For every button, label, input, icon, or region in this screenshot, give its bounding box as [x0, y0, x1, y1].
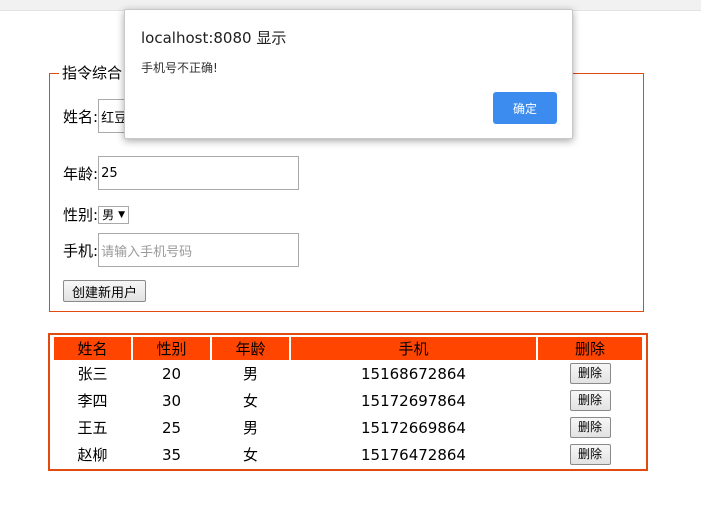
users-table-container: 姓名 性别 年龄 手机 删除 张三 20 男 15168672864 删除 李四… [48, 333, 648, 471]
table-row: 张三 20 男 15168672864 删除 [54, 360, 642, 387]
cell-name: 王五 [77, 419, 108, 437]
cell-name: 李四 [77, 392, 108, 410]
cell-phone: 15172697864 [361, 391, 466, 410]
age-row: 年龄: 25 [63, 156, 300, 190]
gender-select[interactable]: 男 ▼ [98, 205, 129, 224]
cell-col2: 30 [161, 391, 182, 410]
gender-selected-value: 男 [102, 208, 115, 222]
cell-action: 删除 [538, 414, 642, 441]
cell-phone: 15176472864 [361, 445, 466, 464]
phone-row: 手机: 请输入手机号码 [63, 233, 300, 267]
header-name: 姓名 [54, 337, 131, 360]
users-table: 姓名 性别 年龄 手机 删除 张三 20 男 15168672864 删除 李四… [52, 337, 644, 468]
header-phone: 手机 [291, 337, 536, 360]
cell-col3: 男 [242, 419, 258, 437]
cell-name: 赵柳 [77, 446, 108, 464]
cell-phone: 15168672864 [361, 364, 466, 383]
phone-input[interactable]: 请输入手机号码 [98, 233, 300, 267]
dropdown-arrow-icon: ▼ [118, 209, 125, 220]
dialog-ok-button[interactable]: 确定 [493, 92, 557, 124]
delete-button[interactable]: 删除 [569, 444, 611, 465]
cell-col3: 女 [242, 446, 258, 464]
header-gender: 性别 [133, 337, 210, 360]
create-user-button[interactable]: 创建新用户 [63, 280, 146, 302]
cell-col3: 男 [242, 365, 258, 383]
header-age: 年龄 [212, 337, 289, 360]
table-header-row: 姓名 性别 年龄 手机 删除 [54, 337, 642, 360]
gender-label: 性别: [63, 206, 99, 224]
cell-action: 删除 [538, 360, 642, 387]
table-row: 赵柳 35 女 15176472864 删除 [54, 441, 642, 468]
dialog-title: localhost:8080 显示 [141, 29, 287, 47]
cell-phone: 15172669864 [361, 418, 466, 437]
gender-row: 性别: 男 ▼ [63, 204, 129, 225]
cell-col2: 35 [161, 445, 182, 464]
cell-col3: 女 [242, 392, 258, 410]
cell-name: 张三 [77, 365, 108, 383]
dialog-message: 手机号不正确! [141, 61, 218, 75]
cell-action: 删除 [538, 387, 642, 414]
delete-button[interactable]: 删除 [569, 390, 611, 411]
age-label: 年龄: [63, 164, 99, 183]
table-row: 李四 30 女 15172697864 删除 [54, 387, 642, 414]
phone-label: 手机: [63, 241, 99, 260]
cell-action: 删除 [538, 441, 642, 468]
fieldset-legend: 指令综合 [62, 64, 123, 82]
cell-col2: 20 [161, 364, 182, 383]
delete-button[interactable]: 删除 [569, 363, 611, 384]
delete-button[interactable]: 删除 [569, 417, 611, 438]
age-input[interactable]: 25 [98, 156, 300, 190]
header-delete: 删除 [538, 337, 642, 360]
cell-col2: 25 [161, 418, 182, 437]
table-row: 王五 25 男 15172669864 删除 [54, 414, 642, 441]
alert-dialog: localhost:8080 显示 手机号不正确! 确定 [124, 9, 573, 139]
name-label: 姓名: [63, 107, 99, 126]
